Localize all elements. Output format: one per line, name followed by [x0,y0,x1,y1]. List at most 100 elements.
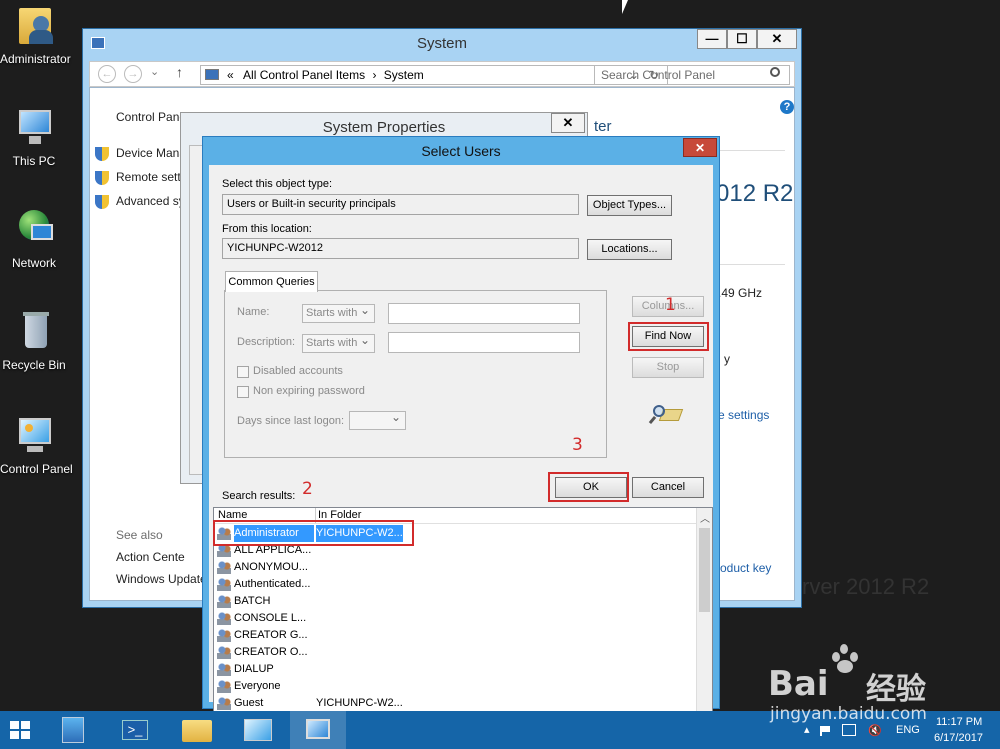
control-panel-icon [11,412,57,458]
minimize-button[interactable]: — [697,29,727,49]
start-button[interactable] [0,711,42,749]
server-manager-button[interactable] [46,711,102,749]
close-button[interactable]: ✕ [551,113,585,133]
desktop-icon-network[interactable]: Network [0,206,68,270]
table-row[interactable]: CONSOLE L... [217,610,316,627]
control-panel-home-link[interactable]: Control Panel [116,110,189,124]
desktop-icon-control-panel[interactable]: Control Panel [0,412,73,476]
baidu-watermark-url: jingyan.baidu.com [770,704,927,724]
search-results-label: Search results: [222,490,296,502]
baidu-watermark-brand: Bai [768,664,829,704]
column-header-folder[interactable]: In Folder [318,509,361,521]
help-icon[interactable]: ? [780,100,794,114]
control-panel-taskbar-button[interactable] [230,711,286,749]
desktop-icon-recycle-bin[interactable]: Recycle Bin [0,308,68,372]
row-name: ALL APPLICA... [234,544,312,556]
tray-time[interactable]: 11:17 PM [936,716,982,728]
address-prefix: « [227,68,234,82]
advanced-settings-link[interactable]: Advanced sy [116,194,185,208]
system-window-icon [91,37,105,49]
select-users-title: Select Users [421,143,501,159]
stop-button[interactable]: Stop [632,357,704,378]
address-bar-area: ← → ⌄ ↑ « All Control Panel Items › Syst… [89,61,795,87]
desktop-icon-label: Recycle Bin [2,358,66,372]
table-row[interactable]: CREATOR G... [217,627,316,644]
column-header-name[interactable]: Name [218,509,247,521]
desktop-icon-label: Network [11,256,56,270]
search-results-list[interactable]: Name In Folder Administrator YICHUNPC-W2.… [213,507,713,731]
maximize-button[interactable]: ☐ [727,29,757,49]
table-row[interactable]: Administrator YICHUNPC-W2... [217,525,403,542]
days-since-logon-select[interactable] [349,409,406,430]
forward-arrow-icon[interactable]: → [124,65,142,83]
tray-arrow-icon[interactable]: ▴ [804,723,810,736]
remote-settings-link[interactable]: Remote setti [116,170,183,184]
find-now-button[interactable]: Find Now [632,326,704,347]
table-row[interactable]: Everyone [217,678,316,695]
search-icon[interactable] [770,67,780,77]
close-button[interactable]: ✕ [757,29,797,49]
locations-button[interactable]: Locations... [587,239,672,260]
table-row[interactable]: DIALUP [217,661,316,678]
tray-volume-muted-icon[interactable]: 🔇 [868,724,882,737]
up-arrow-icon[interactable]: ↑ [176,64,183,80]
address-path-control-panel[interactable]: All Control Panel Items [243,68,365,82]
group-icon [217,629,231,642]
description-mode-select[interactable]: Starts with [302,332,375,353]
name-input[interactable] [388,303,580,324]
desktop-icon-label: This PC [12,154,56,168]
change-settings-link[interactable]: e settings [718,408,769,422]
table-row[interactable]: Authenticated... [217,576,316,593]
folder-icon [182,720,212,742]
tray-date[interactable]: 6/17/2017 [934,732,983,744]
table-row[interactable]: ALL APPLICA... [217,542,316,559]
system-taskbar-button[interactable] [290,711,346,749]
annotation-number-3: 3 [572,435,583,455]
baidu-watermark-brand-cn: 经验 [866,672,926,707]
disabled-accounts-checkbox[interactable] [237,366,249,378]
table-row[interactable]: ANONYMOU... [217,559,316,576]
control-center-fragment: ter [594,118,612,135]
row-folder: YICHUNPC-W2... [316,525,403,542]
common-queries-panel: Name: Starts with Description: Starts wi… [224,290,607,458]
object-type-label: Select this object type: [222,178,333,190]
tab-common-queries[interactable]: Common Queries [225,271,318,292]
close-button[interactable]: ✕ [683,138,717,157]
windows-update-link[interactable]: Windows Update [116,572,207,586]
back-arrow-icon[interactable]: ← [98,65,116,83]
tray-flag-icon[interactable] [820,726,830,736]
table-row[interactable]: Guest YICHUNPC-W2... [217,695,403,712]
group-icon [217,595,231,608]
user-icon [217,527,231,540]
device-manager-link[interactable]: Device Mana [116,146,186,160]
desktop-icon-administrator[interactable]: Administrator [0,2,71,66]
desktop-icon-this-pc[interactable]: This PC [0,104,68,168]
description-label: Description: [237,336,296,348]
ok-button[interactable]: OK [555,477,627,498]
recycle-bin-icon [11,308,57,354]
memory-fragment: y [724,352,730,366]
non-expiring-password-checkbox[interactable] [237,386,249,398]
column-divider [315,508,316,523]
scroll-thumb[interactable] [699,528,710,612]
row-name: CREATOR G... [234,629,308,641]
search-input[interactable]: Search Control Panel [594,65,790,85]
object-types-button[interactable]: Object Types... [587,195,672,216]
powershell-button[interactable]: >_ [106,711,162,749]
name-mode-select[interactable]: Starts with [302,302,375,323]
address-path-system[interactable]: System [384,68,424,82]
cancel-button[interactable]: Cancel [632,477,704,498]
description-input[interactable] [388,332,580,353]
system-icon [306,719,330,739]
tray-network-icon[interactable] [842,724,856,736]
action-center-link[interactable]: Action Cente [116,550,185,564]
location-label: From this location: [222,223,312,235]
change-product-key-link[interactable]: oduct key [720,561,771,575]
results-scrollbar[interactable]: ︿ ﹀ [696,508,712,730]
tray-language[interactable]: ENG [896,724,920,736]
table-row[interactable]: CREATOR O... [217,644,316,661]
recent-dropdown-icon[interactable]: ⌄ [150,65,159,78]
scroll-up-icon[interactable]: ︿ [700,510,710,525]
file-explorer-button[interactable] [168,711,224,749]
table-row[interactable]: BATCH [217,593,316,610]
